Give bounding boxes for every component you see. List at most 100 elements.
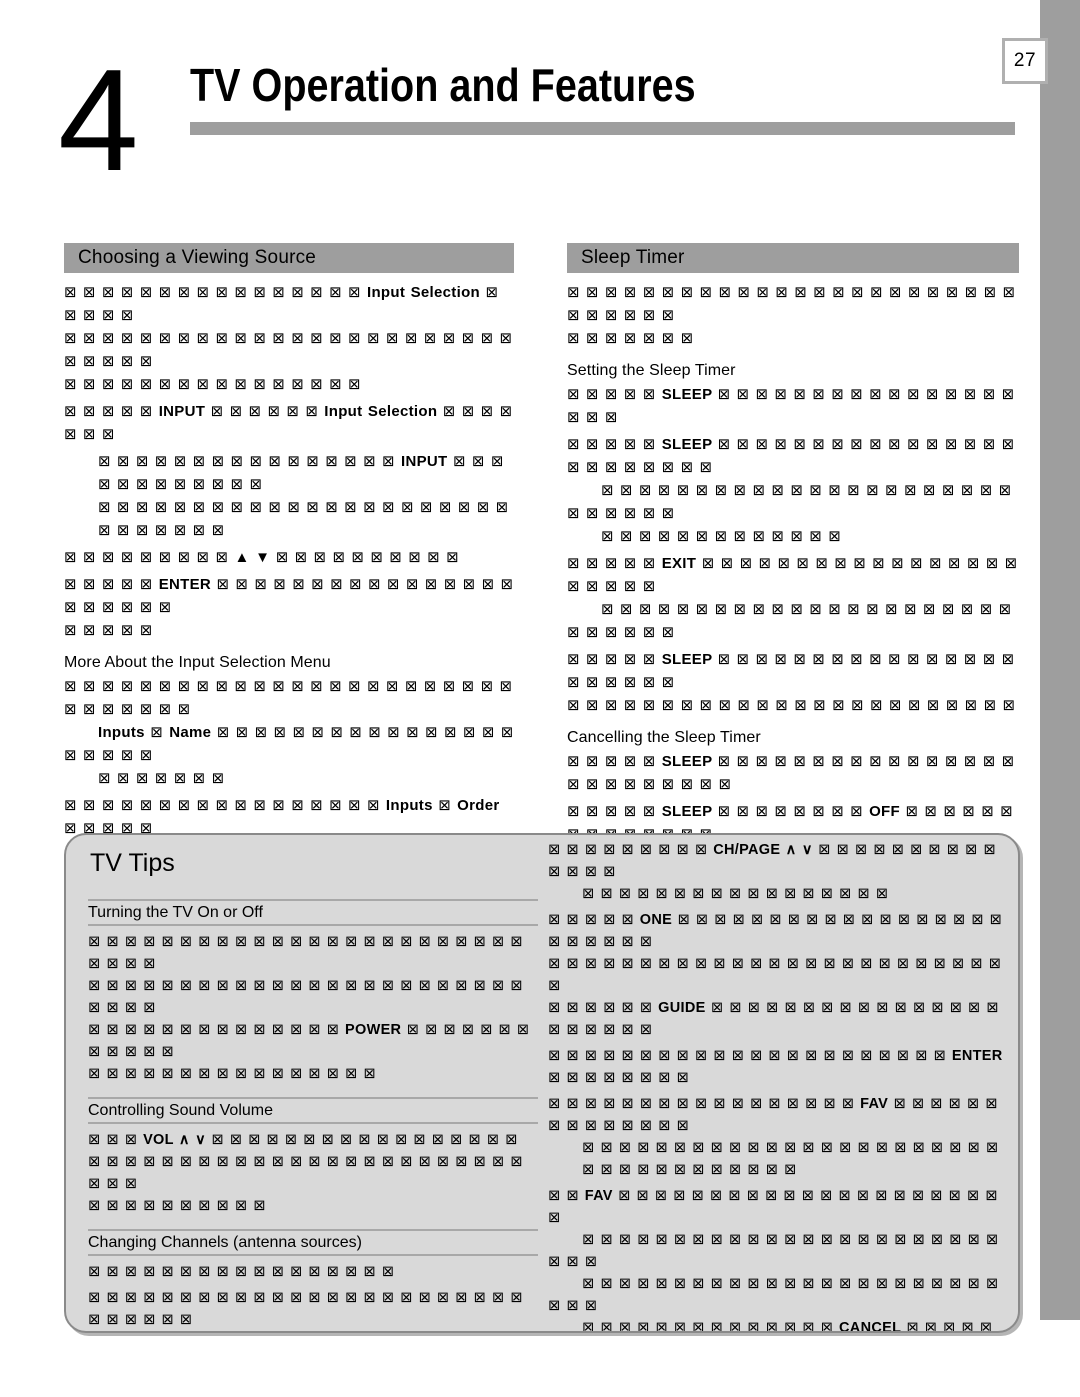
key-term: ∨	[801, 842, 819, 858]
subheading-cancelling-the-sleep-timer: Cancelling the Sleep Timer	[567, 729, 761, 746]
missing-glyph-run: ⊠ ⊠ ⊠ ⊠ ⊠ ⊠ ⊠ ⊠ ⊠ ⊠ ⊠ ⊠ ⊠ ⊠ ⊠ ⊠ ⊠ ⊠ ⊠ ⊠ …	[88, 934, 523, 972]
missing-glyph-run: ⊠ ⊠ ⊠ ⊠ ⊠ ⊠ ⊠ ⊠ ⊠ ⊠ ⊠ ⊠ ⊠ ⊠ ⊠ ⊠ ⊠ ⊠ ⊠ ⊠ …	[64, 677, 513, 718]
missing-glyph-run: ⊠ ⊠ ⊠ ⊠ ⊠	[64, 621, 153, 639]
body-paragraph: ⊠ ⊠ ⊠ ⊠ ⊠ ⊠ ⊠ ⊠ ⊠ ▲ ▼ ⊠ ⊠ ⊠ ⊠ ⊠ ⊠ ⊠ ⊠ ⊠ …	[64, 546, 514, 569]
missing-glyph-run: ⊠ ⊠ ⊠ ⊠ ⊠ ⊠ ⊠ ⊠ ⊠	[64, 548, 235, 566]
right-column: Sleep Timer ⊠ ⊠ ⊠ ⊠ ⊠ ⊠ ⊠ ⊠ ⊠ ⊠ ⊠ ⊠ ⊠ ⊠ …	[567, 243, 1019, 923]
missing-glyph-run: ⊠ ⊠ ⊠ ⊠ ⊠	[567, 554, 662, 572]
key-term: ENTER	[951, 1048, 1003, 1064]
missing-glyph-run: ⊠ ⊠ ⊠ ⊠ ⊠	[567, 385, 662, 403]
missing-glyph-run: ⊠ ⊠ ⊠ ⊠ ⊠ ⊠ ⊠ ⊠ ⊠ ⊠ ⊠ ⊠ ⊠ ⊠ ⊠ ⊠ ⊠ ⊠ ⊠ ⊠ …	[567, 481, 1012, 522]
missing-glyph-run: ⊠ ⊠ ⊠ ⊠ ⊠ ⊠ ⊠ ⊠ ⊠ ⊠ ⊠ ⊠ ⊠ ⊠ ⊠ ⊠ ⊠ ⊠ ⊠ ⊠ …	[567, 283, 1016, 324]
power-paragraphs: ⊠ ⊠ ⊠ ⊠ ⊠ ⊠ ⊠ ⊠ ⊠ ⊠ ⊠ ⊠ ⊠ ⊠ ⊠ ⊠ ⊠ ⊠ ⊠ ⊠ …	[88, 931, 538, 1085]
missing-glyph-run: ⊠ ⊠ ⊠ ⊠ ⊠ ⊠ ⊠ ⊠ ⊠ ⊠ ⊠ ⊠ ⊠ ⊠ ⊠ ⊠ ⊠	[582, 886, 889, 902]
missing-glyph-run: ⊠ ⊠ ⊠ ⊠ ⊠	[567, 802, 662, 820]
missing-glyph-run: ⊠ ⊠ ⊠ ⊠ ⊠ ⊠ ⊠ ⊠ ⊠ ⊠ ⊠ ⊠ ⊠ ⊠ ⊠ ⊠ ⊠ ⊠ ⊠ ⊠ …	[567, 600, 1012, 641]
setting-paragraphs: ⊠ ⊠ ⊠ ⊠ ⊠ SLEEP ⊠ ⊠ ⊠ ⊠ ⊠ ⊠ ⊠ ⊠ ⊠ ⊠ ⊠ ⊠ …	[567, 383, 1019, 717]
missing-glyph-run: ⊠ ⊠ ⊠ ⊠ ⊠ ⊠ ⊠ ⊠ ⊠ ⊠ ⊠ ⊠ ⊠ ⊠ ⊠ ⊠ ⊠ ⊠ ⊠ ⊠ …	[88, 1290, 523, 1328]
missing-glyph-run: ⊠	[438, 796, 458, 814]
key-term: INPUT	[400, 453, 453, 470]
body-paragraph: ⊠ ⊠ ⊠ ⊠ ⊠ ⊠ ⊠ ⊠ ⊠ ⊠ ⊠ ⊠ ⊠ ⊠ ⊠ ⊠ ⊠ ⊠ ⊠ ⊠ …	[548, 1045, 1010, 1089]
missing-glyph-run: ⊠ ⊠ ⊠ ⊠ ⊠ ⊠ ⊠ ⊠ ⊠ ⊠ ⊠ ⊠ ⊠ ⊠ ⊠ ⊠	[98, 452, 401, 470]
missing-glyph-run: ⊠ ⊠ ⊠ ⊠ ⊠ ⊠ ⊠ ⊠ ⊠ ⊠ ⊠ ⊠ ⊠ ⊠ ⊠ ⊠ ⊠ ⊠ ⊠ ⊠ …	[548, 1232, 999, 1270]
subheading-controlling-sound-volume: Controlling Sound Volume	[88, 1097, 538, 1124]
missing-glyph-run: ⊠ ⊠ ⊠ ⊠ ⊠ ⊠ ⊠ ⊠ ⊠ ⊠ ⊠ ⊠ ⊠ ⊠ ⊠ ⊠	[64, 283, 367, 301]
missing-glyph-run: ⊠ ⊠ ⊠ ⊠ ⊠ ⊠ ⊠ ⊠ ⊠ ⊠ ⊠ ⊠ ⊠ ⊠ ⊠ ⊠	[64, 375, 361, 393]
missing-glyph-run: ⊠ ⊠ ⊠ ⊠ ⊠	[548, 912, 640, 928]
body-paragraph: ⊠ ⊠ ⊠ ⊠ ⊠ ⊠ ⊠ ⊠ ⊠ ⊠ ⊠ ⊠ ⊠ ⊠ ⊠ ⊠ ⊠ ⊠ ⊠ ⊠ …	[88, 931, 538, 1085]
section-title: Sleep Timer	[581, 247, 685, 268]
key-term: FAV	[860, 1096, 894, 1112]
key-term: INPUT	[158, 403, 211, 420]
missing-glyph-run: ⊠ ⊠ ⊠ ⊠ ⊠ ⊠ ⊠ ⊠ ⊠ ⊠ ⊠ ⊠ ⊠ ⊠ ⊠ ⊠ ⊠ ⊠ ⊠ ⊠ …	[548, 1276, 999, 1314]
missing-glyph-run: ⊠ ⊠ ⊠ ⊠ ⊠ ⊠ ⊠ ⊠ ⊠ ⊠	[275, 548, 459, 566]
body-paragraph: ⊠ ⊠ ⊠ ⊠ ⊠ SLEEP ⊠ ⊠ ⊠ ⊠ ⊠ ⊠ ⊠ ⊠ ⊠ ⊠ ⊠ ⊠ …	[567, 383, 1019, 429]
left-body-paragraphs: ⊠ ⊠ ⊠ ⊠ ⊠ ⊠ ⊠ ⊠ ⊠ ⊠ ⊠ ⊠ ⊠ ⊠ ⊠ ⊠ Input Se…	[64, 281, 514, 642]
key-term: ∧	[178, 1132, 196, 1148]
key-term: Name	[169, 724, 217, 741]
key-term: VOL	[143, 1132, 179, 1148]
body-paragraph: ⊠ ⊠ ⊠ ⊠ ⊠ ⊠ ⊠ ⊠ ⊠ ⊠ ⊠ ⊠ ⊠ ⊠ ⊠ ⊠ ⊠ ⊠ ⊠ ⊠ …	[567, 281, 1019, 350]
key-term: FAV	[584, 1188, 619, 1204]
missing-glyph-run: ⊠ ⊠ ⊠ ⊠ ⊠ ⊠ ⊠ ⊠ ⊠ ⊠ ⊠ ⊠ ⊠ ⊠ ⊠ ⊠ ⊠	[64, 796, 386, 814]
body-paragraph: ⊠ ⊠ ⊠ ⊠ ⊠ INPUT ⊠ ⊠ ⊠ ⊠ ⊠ ⊠ Input Select…	[64, 400, 514, 446]
subheading-setting-the-sleep-timer: Setting the Sleep Timer	[567, 362, 736, 379]
key-term: POWER	[345, 1022, 407, 1038]
cancelling-paragraphs: ⊠ ⊠ ⊠ ⊠ ⊠ SLEEP ⊠ ⊠ ⊠ ⊠ ⊠ ⊠ ⊠ ⊠ ⊠ ⊠ ⊠ ⊠ …	[567, 750, 1019, 846]
missing-glyph-run: ⊠ ⊠ ⊠ ⊠ ⊠ ⊠ ⊠ ⊠ ⊠ ⊠ ⊠ ⊠ ⊠ ⊠ ⊠ ⊠ ⊠	[88, 1264, 395, 1280]
missing-glyph-run: ⊠ ⊠ ⊠ ⊠ ⊠ ⊠ ⊠ ⊠ ⊠ ⊠ ⊠ ⊠ ⊠ ⊠ ⊠ ⊠ ⊠ ⊠ ⊠ ⊠ …	[88, 1154, 523, 1192]
body-paragraph: ⊠ ⊠ ⊠ ⊠ ⊠ ⊠ ⊠ ⊠ ⊠ ⊠ ⊠ ⊠ ⊠ ⊠ ⊠ ⊠ Input Se…	[64, 281, 514, 396]
key-term: SLEEP	[661, 803, 718, 820]
body-paragraph: ⊠ ⊠ ⊠ ⊠ ⊠ ENTER ⊠ ⊠ ⊠ ⊠ ⊠ ⊠ ⊠ ⊠ ⊠ ⊠ ⊠ ⊠ …	[64, 573, 514, 642]
section-header-sleep-timer: Sleep Timer	[567, 243, 1019, 273]
page-number-tab: 27	[1002, 38, 1048, 84]
key-term: Input Selection	[366, 284, 486, 301]
title-rule	[190, 122, 1015, 135]
key-term: ∧	[785, 842, 802, 858]
key-term: ▲	[234, 549, 256, 566]
body-paragraph: ⊠ ⊠ ⊠ ⊠ ⊠ ONE ⊠ ⊠ ⊠ ⊠ ⊠ ⊠ ⊠ ⊠ ⊠ ⊠ ⊠ ⊠ ⊠ …	[548, 909, 1010, 1041]
key-term: CANCEL	[839, 1320, 907, 1333]
missing-glyph-run: ⊠ ⊠ ⊠ ⊠ ⊠ ⊠ ⊠ ⊠ ⊠ ⊠ ⊠ ⊠ ⊠ ⊠ ⊠ ⊠ ⊠ ⊠ ⊠ ⊠ …	[88, 978, 523, 1016]
tips-column-left: Turning the TV On or Off ⊠ ⊠ ⊠ ⊠ ⊠ ⊠ ⊠ ⊠…	[88, 887, 538, 1331]
missing-glyph-run: ⊠ ⊠ ⊠ ⊠ ⊠	[567, 650, 662, 668]
page-number: 27	[1013, 50, 1037, 71]
missing-glyph-run: ⊠ ⊠ ⊠ ⊠ ⊠	[567, 752, 662, 770]
tv-tips-title: TV Tips	[90, 849, 175, 877]
page-title: TV Operation and Features	[190, 59, 696, 111]
body-paragraph: ⊠ ⊠ ⊠ ⊠ ⊠ ⊠ ⊠ ⊠ ⊠ ⊠ ⊠ ⊠ ⊠ ⊠ ⊠ ⊠ ⊠	[88, 1261, 538, 1283]
key-term: EXIT	[661, 555, 702, 572]
body-paragraph: ⊠ ⊠ ⊠ VOL ∧ ∨ ⊠ ⊠ ⊠ ⊠ ⊠ ⊠ ⊠ ⊠ ⊠ ⊠ ⊠ ⊠ ⊠ …	[88, 1129, 538, 1217]
missing-glyph-run: ⊠	[150, 723, 170, 741]
missing-glyph-run: ⊠ ⊠ ⊠ ⊠ ⊠ ⊠ ⊠ ⊠ ⊠ ⊠ ⊠ ⊠ ⊠ ⊠ ⊠ ⊠ ⊠ ⊠ ⊠ ⊠ …	[64, 329, 513, 370]
missing-glyph-run: ⊠ ⊠ ⊠ ⊠ ⊠ ⊠ ⊠ ⊠ ⊠ ⊠ ⊠ ⊠ ⊠ ⊠ ⊠ ⊠ ⊠ ⊠ ⊠ ⊠ …	[567, 696, 1016, 714]
volume-paragraphs: ⊠ ⊠ ⊠ VOL ∧ ∨ ⊠ ⊠ ⊠ ⊠ ⊠ ⊠ ⊠ ⊠ ⊠ ⊠ ⊠ ⊠ ⊠ …	[88, 1129, 538, 1217]
key-term: ONE	[639, 912, 678, 928]
left-column: Choosing a Viewing Source ⊠ ⊠ ⊠ ⊠ ⊠ ⊠ ⊠ …	[64, 243, 514, 890]
sleep-timer-intro: ⊠ ⊠ ⊠ ⊠ ⊠ ⊠ ⊠ ⊠ ⊠ ⊠ ⊠ ⊠ ⊠ ⊠ ⊠ ⊠ ⊠ ⊠ ⊠ ⊠ …	[567, 281, 1019, 350]
missing-glyph-run: ⊠ ⊠ ⊠ ⊠ ⊠ ⊠ ⊠ ⊠ ⊠	[548, 842, 714, 858]
key-term: SLEEP	[661, 753, 718, 770]
missing-glyph-run: ⊠ ⊠ ⊠ ⊠ ⊠ ⊠ ⊠ ⊠ ⊠ ⊠ ⊠ ⊠ ⊠ ⊠	[88, 1022, 346, 1038]
body-paragraph: ⊠ ⊠ ⊠ ⊠ ⊠ ⊠ ⊠ ⊠ ⊠ ⊠ ⊠ ⊠ ⊠ ⊠ ⊠ ⊠ ⊠ ⊠ ⊠ ⊠ …	[88, 1287, 538, 1331]
key-term: SLEEP	[661, 651, 718, 668]
missing-glyph-run: ⊠ ⊠ ⊠ ⊠ ⊠ ⊠ ⊠ ⊠ ⊠ ⊠	[88, 1198, 266, 1214]
section-title: Choosing a Viewing Source	[78, 247, 317, 268]
subheading-turning-the-tv-on-or-off: Turning the TV On or Off	[88, 899, 538, 926]
missing-glyph-run: ⊠ ⊠ ⊠ ⊠ ⊠ ⊠ ⊠ ⊠ ⊠ ⊠ ⊠ ⊠ ⊠ ⊠ ⊠ ⊠ ⊠	[211, 1132, 518, 1148]
body-paragraph: ⊠ ⊠ ⊠ ⊠ ⊠ EXIT ⊠ ⊠ ⊠ ⊠ ⊠ ⊠ ⊠ ⊠ ⊠ ⊠ ⊠ ⊠ ⊠…	[567, 552, 1019, 644]
tv-tips-box: TV Tips Turning the TV On or Off ⊠ ⊠ ⊠ ⊠…	[64, 833, 1020, 1333]
body-paragraph: ⊠ ⊠ ⊠ ⊠ ⊠ SLEEP ⊠ ⊠ ⊠ ⊠ ⊠ ⊠ ⊠ ⊠ ⊠ ⊠ ⊠ ⊠ …	[567, 648, 1019, 717]
body-paragraph: ⊠ ⊠ ⊠ ⊠ ⊠ ⊠ ⊠ ⊠ ⊠ ⊠ ⊠ ⊠ ⊠ ⊠ ⊠ ⊠ ⊠ FAV ⊠ …	[548, 1093, 1010, 1181]
key-term: Order	[457, 797, 500, 814]
missing-glyph-run: ⊠ ⊠ ⊠ ⊠ ⊠ ⊠ ⊠ ⊠ ⊠ ⊠ ⊠ ⊠ ⊠ ⊠ ⊠ ⊠ ⊠	[548, 1096, 861, 1112]
key-term: ∨	[195, 1132, 212, 1148]
missing-glyph-run: ⊠ ⊠ ⊠ ⊠ ⊠ ⊠ ⊠ ⊠	[548, 1070, 689, 1086]
key-term: ENTER	[158, 576, 217, 593]
body-paragraph: ⊠ ⊠ ⊠ ⊠ ⊠ ⊠ ⊠ ⊠ ⊠ ⊠ ⊠ ⊠ ⊠ ⊠ ⊠ ⊠ INPUT ⊠ …	[64, 450, 514, 542]
missing-glyph-run: ⊠ ⊠ ⊠ ⊠ ⊠ ⊠ ⊠ ⊠ ⊠ ⊠ ⊠ ⊠ ⊠ ⊠ ⊠ ⊠ ⊠ ⊠ ⊠ ⊠ …	[548, 956, 1002, 994]
missing-glyph-run: ⊠ ⊠ ⊠ ⊠ ⊠ ⊠ ⊠ ⊠ ⊠ ⊠ ⊠ ⊠	[582, 1162, 797, 1178]
missing-glyph-run: ⊠ ⊠ ⊠ ⊠ ⊠ ⊠	[210, 402, 325, 420]
body-paragraph: ⊠ ⊠ ⊠ ⊠ ⊠ SLEEP ⊠ ⊠ ⊠ ⊠ ⊠ ⊠ ⊠ ⊠ ⊠ ⊠ ⊠ ⊠ …	[567, 750, 1019, 796]
missing-glyph-run: ⊠ ⊠ ⊠ ⊠ ⊠	[64, 402, 159, 420]
